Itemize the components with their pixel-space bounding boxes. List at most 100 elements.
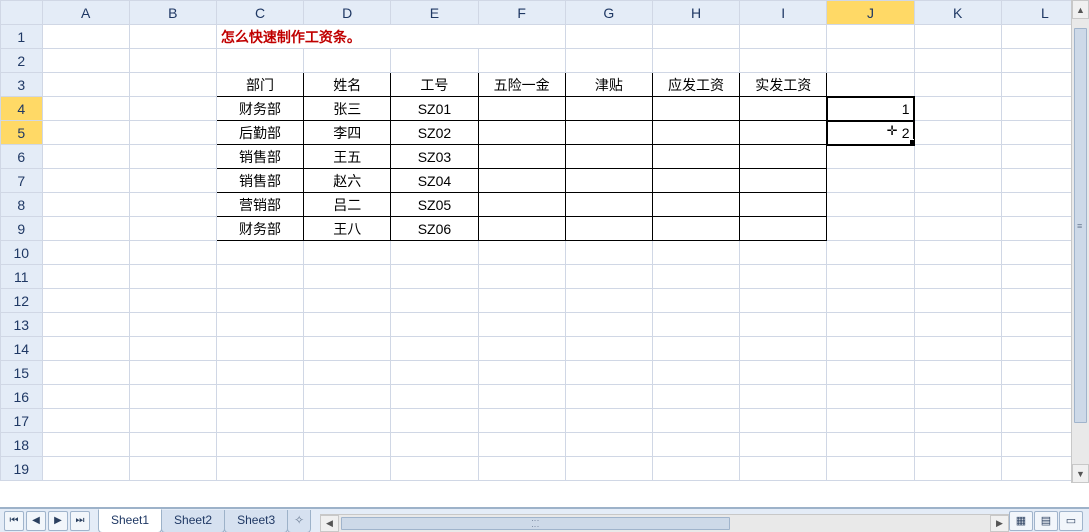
cell[interactable] [652,289,739,313]
table-cell[interactable] [652,121,739,145]
table-cell[interactable] [478,169,565,193]
cell[interactable] [652,265,739,289]
cell-J4-selection-start[interactable]: 1 [827,97,914,121]
cell[interactable] [129,457,216,481]
table-cell[interactable] [478,217,565,241]
col-header-I[interactable]: I [740,1,827,25]
cell[interactable] [129,145,216,169]
cell[interactable] [129,313,216,337]
row-header-9[interactable]: 9 [1,217,43,241]
cell[interactable] [914,361,1001,385]
cell[interactable] [478,457,565,481]
cell[interactable] [478,385,565,409]
cell[interactable] [914,49,1001,73]
row-header-16[interactable]: 16 [1,385,43,409]
cell[interactable] [129,49,216,73]
vertical-scroll-thumb[interactable] [1074,28,1087,423]
cell[interactable] [42,97,129,121]
cell[interactable] [740,313,827,337]
cell[interactable] [216,313,303,337]
cell[interactable] [914,289,1001,313]
cell[interactable] [304,49,391,73]
cell[interactable] [565,337,652,361]
cell[interactable] [42,169,129,193]
cell[interactable] [216,361,303,385]
cell[interactable] [827,241,914,265]
row-header-11[interactable]: 11 [1,265,43,289]
table-cell[interactable] [565,145,652,169]
col-header-F[interactable]: F [478,1,565,25]
table-cell[interactable] [652,169,739,193]
cell[interactable] [42,457,129,481]
table-cell[interactable]: 赵六 [304,169,391,193]
table-cell[interactable] [652,145,739,169]
cell[interactable] [304,241,391,265]
table-cell[interactable] [565,97,652,121]
cell[interactable] [827,433,914,457]
cell[interactable] [478,49,565,73]
cell[interactable] [129,289,216,313]
scroll-left-arrow-icon[interactable]: ◀ [320,515,339,532]
cell[interactable] [391,289,478,313]
cell[interactable] [914,265,1001,289]
cell[interactable] [42,433,129,457]
table-cell[interactable] [565,217,652,241]
cell[interactable] [827,361,914,385]
spreadsheet-grid[interactable]: A B C D E F G H I J K L 1 怎么快速制作工资条。 [0,0,1089,481]
cell[interactable] [652,241,739,265]
cell[interactable] [478,289,565,313]
sheet-tab-3[interactable]: Sheet3 [224,510,288,532]
table-cell[interactable]: 营销部 [216,193,303,217]
cell[interactable] [740,385,827,409]
cell[interactable] [129,193,216,217]
cell[interactable] [304,433,391,457]
nav-prev-icon[interactable]: ◀ [26,511,46,531]
col-header-B[interactable]: B [129,1,216,25]
col-header-G[interactable]: G [565,1,652,25]
table-cell[interactable] [478,145,565,169]
col-header-A[interactable]: A [42,1,129,25]
cell[interactable] [827,145,914,169]
cell[interactable] [129,25,216,49]
cell[interactable] [129,433,216,457]
cell[interactable] [652,409,739,433]
nav-last-icon[interactable]: ⏭ [70,511,90,531]
title-cell[interactable]: 怎么快速制作工资条。 [216,25,565,49]
cell[interactable] [914,145,1001,169]
view-pagelayout-icon[interactable]: ▤ [1034,511,1058,531]
cell[interactable] [391,361,478,385]
cell[interactable] [42,73,129,97]
col-header-H[interactable]: H [652,1,739,25]
cell[interactable] [216,241,303,265]
cell[interactable] [129,121,216,145]
cell[interactable] [42,145,129,169]
cell[interactable] [42,217,129,241]
table-cell[interactable]: 吕二 [304,193,391,217]
row-header-8[interactable]: 8 [1,193,43,217]
col-header-D[interactable]: D [304,1,391,25]
row-header-3[interactable]: 3 [1,73,43,97]
cell[interactable] [827,385,914,409]
table-cell[interactable] [565,169,652,193]
sheet-tab-1[interactable]: Sheet1 [98,509,162,532]
cell[interactable] [478,313,565,337]
cell[interactable] [42,361,129,385]
cell[interactable] [304,313,391,337]
cell[interactable] [914,121,1001,145]
table-cell[interactable]: 销售部 [216,169,303,193]
cell[interactable] [304,385,391,409]
cell[interactable] [42,193,129,217]
horizontal-scroll-thumb[interactable] [341,517,730,530]
cell[interactable] [304,409,391,433]
cell[interactable] [914,241,1001,265]
cell[interactable] [478,361,565,385]
cell[interactable] [42,241,129,265]
cell[interactable] [129,217,216,241]
cell[interactable] [565,265,652,289]
table-cell[interactable]: SZ01 [391,97,478,121]
cell[interactable] [827,409,914,433]
cell[interactable] [42,409,129,433]
cell[interactable] [216,289,303,313]
nav-next-icon[interactable]: ▶ [48,511,68,531]
table-cell[interactable]: 张三 [304,97,391,121]
